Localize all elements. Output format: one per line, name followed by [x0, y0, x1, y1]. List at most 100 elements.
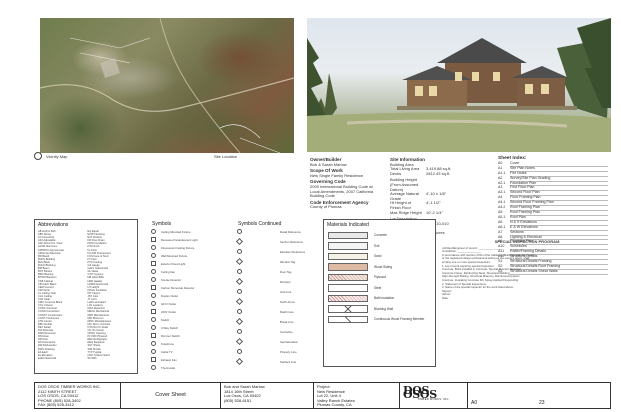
symbol-glyph-icon	[151, 237, 156, 242]
symbol-label: Match Line	[280, 309, 294, 314]
owner-line: (805) 528-6151	[224, 397, 252, 403]
symbol-label: Door Tag	[280, 269, 292, 274]
owner-name: Bob & Sarah Marlow	[310, 161, 347, 167]
symbol-label: GFCI Outlet	[161, 301, 176, 306]
materials-title: Materials Indicated	[327, 222, 369, 228]
sheet-total: 23	[539, 400, 545, 407]
material-row: Soil	[324, 241, 435, 252]
company-line: FAX (805) 528-3412	[38, 402, 75, 408]
material-swatch	[328, 273, 368, 281]
vicinity-map-label: Vicinity Map	[46, 154, 68, 159]
material-swatch	[328, 315, 368, 323]
symbol-label: Spot Elevation	[280, 339, 299, 344]
sheet-number-block: A0 23	[468, 383, 610, 408]
symbol-glyph-icon	[237, 249, 242, 254]
symbol-label: Section Reference	[280, 239, 304, 244]
material-label: Steel	[374, 285, 382, 290]
symbol-label: Dimmer Switch	[161, 333, 180, 338]
agency-text: County of Plumas	[310, 204, 342, 210]
site-info-value: 10'-2 1/4"	[426, 209, 443, 215]
material-row: Batt Insulation	[324, 293, 435, 304]
code-line: Building Code	[310, 193, 335, 199]
symbol-label: Elevation Reference	[280, 249, 306, 254]
symbol-label: Detail Reference	[280, 229, 301, 234]
material-label: Concrete	[374, 233, 387, 238]
symbol-glyph-icon	[151, 293, 156, 298]
material-label: Blocking Wall	[374, 306, 394, 311]
house-rendering-image	[307, 18, 611, 152]
symbol-label: Duplex Outlet	[161, 293, 178, 298]
symbol-label: Fluorescent Ceiling Fixture	[161, 245, 195, 250]
symbol-glyph-icon	[151, 277, 156, 282]
symbol-label: 220V Outlet	[161, 309, 176, 314]
materials-box: Materials Indicated Concrete Soil Sand Wood…	[323, 219, 436, 367]
material-row: Wood Siding	[324, 262, 435, 273]
abbreviations-box: Abbreviations AB Anchor Bolt ABV Above AC …	[34, 219, 138, 374]
site-location-label: Site Location	[214, 154, 238, 159]
symbols-title: Symbols	[152, 221, 172, 227]
vicinity-aerial-image	[40, 18, 294, 153]
owner-info: Owner/Builder Bob & Sarah Marlow Scope O…	[310, 156, 400, 210]
material-row: Plywood	[324, 272, 435, 283]
material-row: Concrete	[324, 230, 435, 241]
material-label: Plywood	[374, 275, 387, 280]
material-swatch	[328, 242, 368, 250]
abbreviation-entry: W/ With	[87, 356, 97, 360]
symbol-glyph-icon	[151, 269, 156, 274]
site-info-row: Building Height (From Assumed Datum)	[390, 178, 490, 192]
symbol-glyph-icon	[151, 349, 156, 354]
symbol-glyph-icon	[237, 349, 242, 354]
symbol-glyph-icon	[151, 253, 156, 258]
symbol-glyph-icon	[151, 301, 156, 306]
symbol-glyph-icon	[237, 229, 242, 234]
abbreviations-column: AB Anchor Bolt ABV Above AC Acoustical ADJ …	[38, 230, 85, 360]
sheet-name: Cover Sheet	[121, 383, 221, 408]
symbol-label: Exhaust Fan	[161, 357, 177, 362]
logo-text: DOS OSOS	[403, 383, 437, 402]
symbol-label: Smoke Detector	[161, 277, 182, 282]
material-row: Steel	[324, 283, 435, 294]
inspection-heading: SPECIAL INSPECTION PROGRAM	[494, 239, 560, 244]
material-label: Sand	[374, 254, 382, 259]
symbol-glyph-icon	[151, 245, 156, 250]
drawing-sheet: Vicinity Map Site Location Owner/Builder…	[10, 10, 612, 409]
material-swatch	[328, 294, 368, 302]
symbol-glyph-icon	[151, 325, 156, 330]
symbol-glyph-icon	[151, 229, 156, 234]
symbol-glyph-icon	[237, 289, 242, 294]
symbol-glyph-icon	[235, 297, 244, 306]
project-info: Project: New Residence Lot 22, Unit 4 Valle…	[314, 383, 400, 408]
symbol-label: 3-Way Switch	[161, 325, 178, 330]
material-swatch	[328, 252, 368, 260]
symbol-label: Grid Line	[280, 289, 292, 294]
symbol-glyph-icon	[235, 277, 244, 286]
symbol-glyph-icon	[235, 257, 244, 266]
title-block: DOS OSOS TIMBER WORKS INC. 2112 NINTH STR…	[34, 382, 611, 409]
symbol-label: Wall Mounted Fixture	[161, 253, 188, 258]
symbol-label: Recessed Incandescent Light	[161, 237, 198, 242]
symbol-glyph-icon	[151, 357, 156, 362]
sheet-number: A0	[471, 400, 478, 407]
symbol-label: Cable TV	[161, 349, 173, 354]
special-inspection-program: SPECIAL INSPECTION PROGRAM Architect/Eng…	[442, 240, 612, 380]
symbol-glyph-icon	[237, 309, 242, 314]
material-label: Continuous Wood Framing Member	[374, 317, 425, 322]
material-swatch	[328, 284, 368, 292]
material-row: Continuous Wood Framing Member	[324, 314, 435, 325]
symbols-continued-title: Symbols Continued	[238, 221, 282, 227]
symbol-label: Window Tag	[280, 259, 296, 264]
symbol-label: Setback Line	[280, 359, 297, 364]
symbol-label: Telephone	[161, 341, 174, 346]
owner-address: Bob and Sarah Marlow 1814 16th Street Los …	[221, 383, 314, 408]
symbol-glyph-icon	[235, 237, 244, 246]
symbol-label: Thermostat	[161, 365, 176, 370]
symbol-label: North Arrow	[280, 299, 295, 304]
material-label: Wood Siding	[374, 264, 393, 269]
symbol-label: Revision	[280, 279, 291, 284]
symbol-glyph-icon	[151, 365, 156, 370]
symbol-glyph-icon	[151, 317, 156, 322]
symbol-label: Exterior Flood Light	[161, 261, 186, 266]
abbreviation-entry: ELEC Electrical	[38, 356, 57, 360]
material-swatch	[328, 305, 368, 313]
logo-subtext: TIMBER WORKS, INC.	[417, 397, 450, 401]
